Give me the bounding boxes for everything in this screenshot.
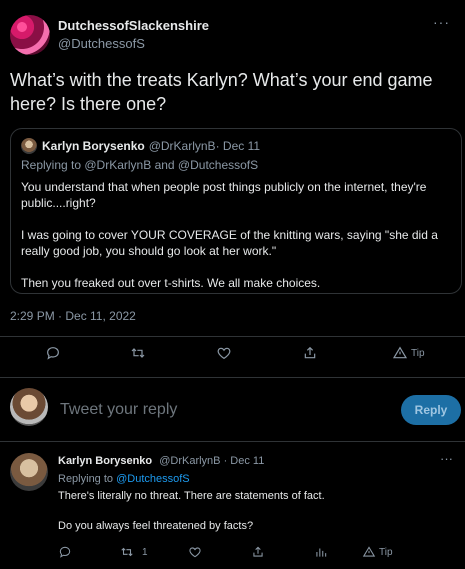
tip-action[interactable]: Tip xyxy=(392,345,425,361)
retweet-action[interactable] xyxy=(130,345,146,361)
tweet-timestamp[interactable]: 2:29 PM · Dec 11, 2022 xyxy=(10,309,136,323)
reply-composer: Tweet your reply Reply xyxy=(0,385,465,435)
avatar[interactable] xyxy=(10,388,48,426)
reply-paragraph: Do you always feel threatened by facts? xyxy=(58,520,254,532)
reply-author-name[interactable]: Karlyn Borysenko xyxy=(58,455,152,467)
reply-action[interactable] xyxy=(58,545,72,559)
retweet-icon xyxy=(131,348,145,358)
share-icon xyxy=(304,346,316,359)
replying-prefix: Replying to xyxy=(21,158,85,172)
more-options-icon[interactable]: ··· xyxy=(433,14,450,30)
reply-action-bar: 1 Tip xyxy=(0,545,465,565)
comment-icon xyxy=(47,347,59,360)
tip-icon xyxy=(362,546,376,557)
heart-icon xyxy=(217,347,231,360)
retweet-count: 1 xyxy=(142,546,148,558)
reply-paragraph: There's literally no threat. There are s… xyxy=(58,490,325,502)
quote-paragraph: You understand that when people post thi… xyxy=(21,180,427,210)
reply-author-handle[interactable]: @DrKarlynB xyxy=(159,455,220,467)
replying-handles: @DrKarlynB and @DutchessofS xyxy=(84,158,259,172)
comment-icon xyxy=(59,546,71,558)
reply-button[interactable]: Reply xyxy=(401,395,461,425)
quote-header: Karlyn Borysenko @DrKarlynB · Dec 11 xyxy=(21,138,451,154)
divider xyxy=(0,336,465,337)
retweet-icon xyxy=(121,547,133,557)
analytics-action[interactable] xyxy=(314,545,328,559)
tip-icon xyxy=(392,346,408,359)
quote-paragraph: Then you freaked out over t-shirts. We a… xyxy=(21,276,321,290)
avatar[interactable] xyxy=(10,453,48,491)
retweet-action[interactable]: 1 xyxy=(120,545,148,559)
quote-date: · Dec 11 xyxy=(215,139,261,153)
more-options-icon[interactable]: ··· xyxy=(440,451,453,466)
main-tweet-author[interactable]: DutchessofSlackenshire @DutchessofS xyxy=(10,15,209,55)
quote-author-name: Karlyn Borysenko xyxy=(42,139,145,153)
quoted-tweet[interactable]: Karlyn Borysenko @DrKarlynB · Dec 11 Rep… xyxy=(10,128,462,294)
divider xyxy=(0,441,465,442)
share-action[interactable] xyxy=(251,545,265,559)
analytics-icon xyxy=(316,548,327,557)
tip-action[interactable]: Tip xyxy=(362,545,393,559)
reply-input[interactable]: Tweet your reply xyxy=(60,401,177,419)
author-name[interactable]: DutchessofSlackenshire xyxy=(58,18,209,34)
heart-icon xyxy=(189,547,201,558)
tweet-action-bar: Tip xyxy=(0,345,465,369)
quote-replying-to: Replying to @DrKarlynB and @DutchessofS xyxy=(21,157,451,173)
author-handle[interactable]: @DutchessofS xyxy=(58,36,209,52)
like-action[interactable] xyxy=(216,345,232,361)
reply-header: Karlyn Borysenko @DrKarlynB · Dec 11 xyxy=(58,454,264,468)
reply-replying-to: Replying to @DutchessofS xyxy=(58,473,190,485)
reply-action[interactable] xyxy=(45,345,61,361)
avatar xyxy=(21,138,37,154)
author-names: DutchessofSlackenshire @DutchessofS xyxy=(58,18,209,52)
quote-author-handle: @DrKarlynB xyxy=(148,139,216,153)
divider xyxy=(0,377,465,378)
like-action[interactable] xyxy=(188,545,202,559)
replying-prefix: Replying to xyxy=(58,473,117,485)
quote-paragraph: I was going to cover YOUR COVERAGE of th… xyxy=(21,228,438,258)
tweet-text: What’s with the treats Karlyn? What’s yo… xyxy=(10,70,433,114)
tip-label: Tip xyxy=(379,546,393,558)
replying-handle-link[interactable]: @DutchessofS xyxy=(116,473,190,485)
share-action[interactable] xyxy=(302,345,318,361)
share-icon xyxy=(253,546,263,557)
avatar[interactable] xyxy=(10,15,50,55)
tip-label: Tip xyxy=(411,347,425,359)
reply-date[interactable]: · Dec 11 xyxy=(224,455,265,467)
